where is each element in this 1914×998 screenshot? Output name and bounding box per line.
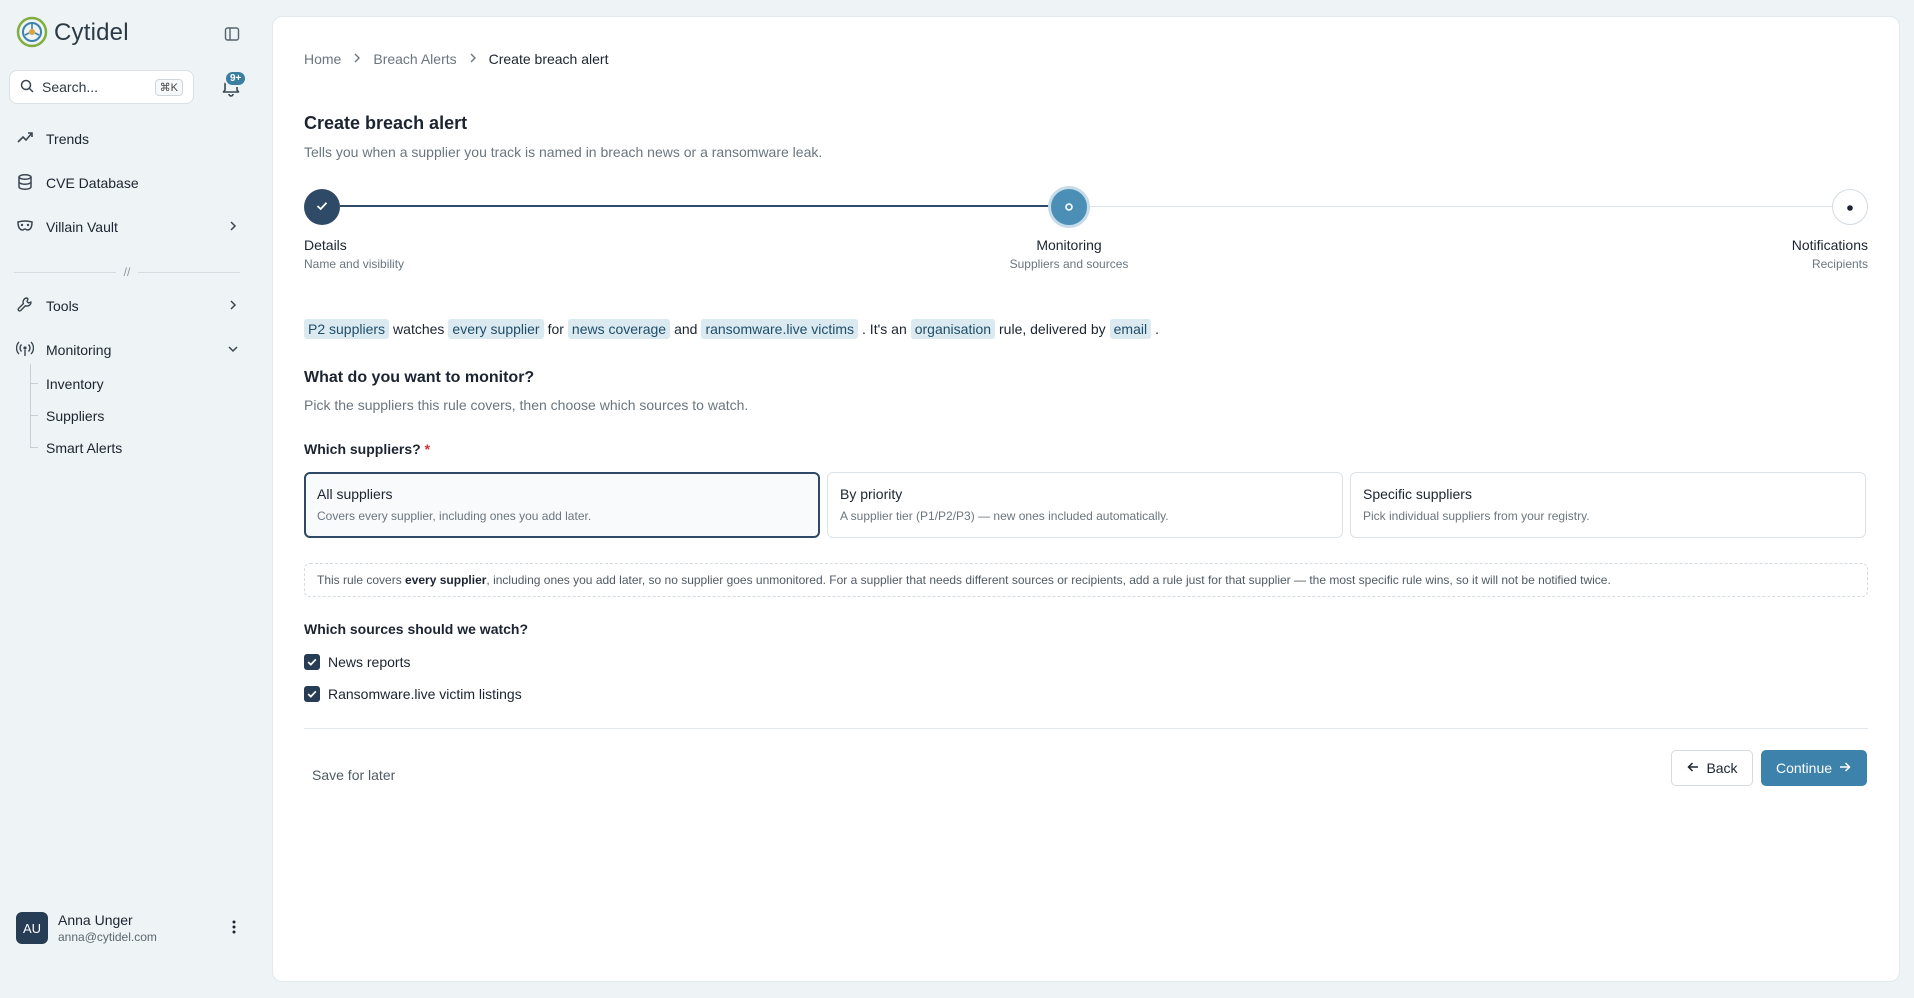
step-connector-done <box>340 205 1050 207</box>
brand[interactable]: Cytidel <box>16 16 129 51</box>
avatar: AU <box>16 912 48 944</box>
option-title: All suppliers <box>317 486 393 502</box>
chevron-right-icon <box>226 298 240 315</box>
option-desc: Pick individual suppliers from your regi… <box>1363 509 1590 523</box>
stepper: Details Name and visibility Monitoring S… <box>304 186 1868 287</box>
option-desc: A supplier tier (P1/P2/P3) — new ones in… <box>840 509 1169 523</box>
source-ransomware-live[interactable]: Ransomware.live victim listings <box>304 686 522 702</box>
source-label: News reports <box>328 654 411 670</box>
chevron-right-icon <box>351 51 363 67</box>
step-details-circle[interactable] <box>304 189 340 225</box>
database-icon <box>16 173 34 194</box>
page-title: Create breach alert <box>304 113 468 133</box>
option-specific-suppliers[interactable]: Specific suppliers Pick individual suppl… <box>1350 472 1866 538</box>
search-shortcut: ⌘K <box>154 78 183 96</box>
summary-pill-source-ransomware: ransomware.live victims <box>701 319 859 339</box>
user-name: Anna Unger <box>58 912 133 928</box>
summary-pill-source-news: news coverage <box>567 319 671 339</box>
dot-icon <box>1846 199 1854 215</box>
arrow-right-icon <box>1838 760 1852 777</box>
back-button[interactable]: Back <box>1671 750 1753 786</box>
wrench-icon <box>16 296 34 317</box>
summary-pill-scope: every supplier <box>448 319 544 339</box>
option-all-suppliers[interactable]: All suppliers Covers every supplier, inc… <box>304 472 820 538</box>
suppliers-label: Which suppliers? * <box>304 441 431 457</box>
current-step-dot-icon <box>1064 199 1074 215</box>
sources-label: Which sources should we watch? <box>304 621 529 637</box>
breadcrumb-home[interactable]: Home <box>304 51 341 67</box>
sidebar: Cytidel ⌘K 9+ Trends CVE Database Villai… <box>0 0 272 998</box>
sidebar-collapse-icon[interactable] <box>222 24 242 44</box>
user-profile[interactable]: AU Anna Unger anna@cytidel.com <box>16 910 242 946</box>
nav-trends-label: Trends <box>46 131 90 147</box>
source-label: Ransomware.live victim listings <box>328 686 522 702</box>
nav-villain-vault[interactable]: Villain Vault <box>16 212 240 242</box>
trend-icon <box>16 129 34 150</box>
section-heading: What do you want to monitor? <box>304 369 535 386</box>
rule-summary: P2 suppliers watches every supplier for … <box>304 319 1159 339</box>
nav-tools[interactable]: Tools <box>16 291 240 321</box>
step-monitoring-title: Monitoring <box>1036 237 1102 253</box>
broadcast-icon <box>15 340 35 361</box>
search-box[interactable]: ⌘K <box>9 70 194 104</box>
step-monitoring-circle[interactable] <box>1048 186 1090 228</box>
step-details-sub: Name and visibility <box>304 257 405 271</box>
option-title: Specific suppliers <box>1363 486 1472 502</box>
continue-button[interactable]: Continue <box>1761 750 1867 786</box>
more-vertical-icon[interactable] <box>226 919 242 938</box>
nav-sub-inventory[interactable]: Inventory <box>46 376 206 392</box>
step-notifications-sub: Recipients <box>1811 257 1868 271</box>
breadcrumb-current: Create breach alert <box>488 51 609 67</box>
cytidel-logo-icon <box>16 16 48 51</box>
option-by-priority[interactable]: By priority A supplier tier (P1/P2/P3) —… <box>827 472 1343 538</box>
nav-tools-label: Tools <box>46 298 79 314</box>
page-subtitle: Tells you when a supplier you track is n… <box>304 144 823 160</box>
step-details-title: Details <box>304 237 347 253</box>
check-icon <box>315 199 329 216</box>
source-news-reports[interactable]: News reports <box>304 654 410 670</box>
option-desc: Covers every supplier, including ones yo… <box>317 509 592 523</box>
summary-pill-name: P2 suppliers <box>304 319 390 339</box>
nav-trends[interactable]: Trends <box>16 124 240 154</box>
step-notifications-title: Notifications <box>1791 237 1868 253</box>
nav-cve-label: CVE Database <box>46 175 139 191</box>
user-email: anna@cytidel.com <box>58 930 157 944</box>
option-title: By priority <box>840 486 903 502</box>
checkbox-checked-icon[interactable] <box>304 686 320 702</box>
breadcrumb: Home Breach Alerts Create breach alert <box>304 51 608 67</box>
section-subtitle: Pick the suppliers this rule covers, the… <box>304 397 749 413</box>
step-monitoring-sub: Suppliers and sources <box>1009 257 1129 271</box>
chevron-right-icon <box>467 51 479 67</box>
nav-villain-label: Villain Vault <box>46 219 118 235</box>
tree-connector <box>30 384 38 416</box>
tree-connector <box>30 364 38 384</box>
save-for-later-button[interactable]: Save for later <box>312 767 395 783</box>
footer-divider <box>304 728 1868 729</box>
arrow-left-icon <box>1686 760 1700 777</box>
nav-sub-suppliers[interactable]: Suppliers <box>46 408 206 424</box>
chevron-right-icon <box>226 219 240 236</box>
summary-pill-visibility: organisation <box>910 319 996 339</box>
nav-divider: // <box>14 265 241 279</box>
main-panel: Home Breach Alerts Create breach alert C… <box>272 16 1900 982</box>
chevron-down-icon <box>226 342 240 359</box>
nav-cve-database[interactable]: CVE Database <box>16 168 240 198</box>
nav-monitoring[interactable]: Monitoring <box>15 335 240 365</box>
step-notifications-circle[interactable] <box>1832 189 1868 225</box>
breadcrumb-breach-alerts[interactable]: Breach Alerts <box>373 51 456 67</box>
notification-badge: 9+ <box>224 70 248 87</box>
step-connector-pending <box>1086 206 1833 207</box>
checkbox-checked-icon[interactable] <box>304 654 320 670</box>
summary-pill-delivery: email <box>1109 319 1152 339</box>
tree-connector <box>30 416 38 448</box>
nav-sub-smart-alerts[interactable]: Smart Alerts <box>46 440 206 456</box>
search-icon <box>20 79 34 96</box>
nav-monitoring-label: Monitoring <box>46 342 112 358</box>
mask-icon <box>16 217 34 238</box>
required-marker: * <box>424 441 431 457</box>
scope-note: This rule covers every supplier, includi… <box>304 563 1868 597</box>
brand-name: Cytidel <box>54 19 129 46</box>
search-input[interactable] <box>42 79 142 95</box>
